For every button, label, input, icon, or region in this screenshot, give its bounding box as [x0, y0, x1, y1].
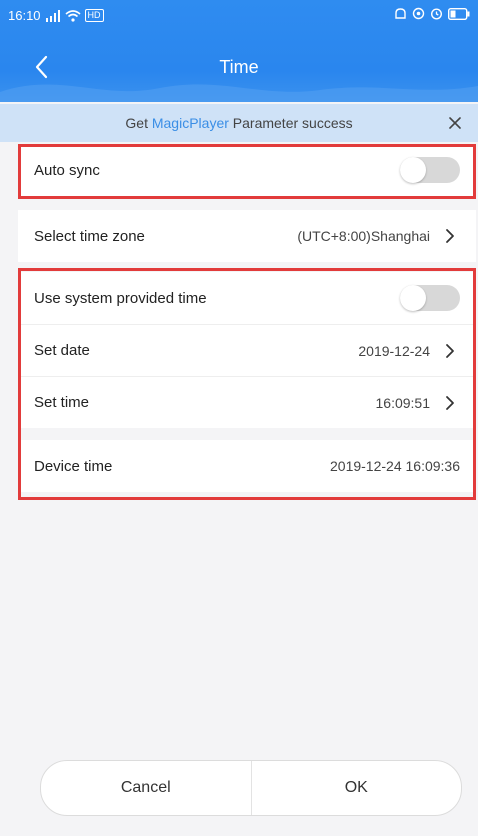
notice-brand: MagicPlayer: [151, 115, 229, 131]
auto-sync-row: Auto sync: [18, 144, 476, 196]
system-time-label: Use system provided time: [34, 289, 207, 307]
chevron-right-icon: [440, 226, 460, 246]
app-header: 16:10 HD Time: [0, 0, 478, 102]
status-left: 16:10 HD: [8, 8, 104, 23]
set-time-value: 16:09:51: [375, 394, 431, 411]
status-bar: 16:10 HD: [0, 0, 478, 30]
location-icon: [412, 7, 425, 20]
time-zone-value: (UTC+8:00)Shanghai: [297, 228, 430, 244]
wifi-icon: [65, 9, 81, 22]
system-time-card: Use system provided time Set date 2019-1…: [18, 272, 476, 492]
device-time-label: Device time: [34, 457, 113, 475]
section-gap: [18, 428, 476, 440]
close-icon: [449, 117, 461, 129]
toggle-knob: [400, 157, 426, 183]
ok-button[interactable]: OK: [252, 761, 462, 815]
system-time-toggle[interactable]: [400, 285, 460, 311]
network-badge: HD: [84, 9, 104, 22]
status-time: 16:10: [8, 8, 41, 23]
set-date-value: 2019-12-24: [358, 342, 430, 359]
auto-sync-toggle[interactable]: [400, 157, 460, 183]
toggle-knob: [400, 285, 426, 311]
signal-icon: [45, 9, 60, 22]
nav-bar: Time: [0, 44, 478, 92]
notice-suffix: Parameter success: [228, 115, 353, 131]
time-zone-row[interactable]: Select time zone (UTC+8:00)Shanghai: [18, 210, 476, 262]
page-title: Time: [219, 57, 259, 77]
auto-sync-label: Auto sync: [34, 161, 100, 179]
auto-sync-card: Auto sync: [18, 144, 476, 196]
notice-text: Get MagicPlayer Parameter success: [0, 115, 478, 131]
chevron-right-icon: [440, 393, 460, 413]
success-notice: Get MagicPlayer Parameter success: [0, 104, 478, 142]
set-date-row[interactable]: Set date 2019-12-24: [18, 324, 476, 376]
time-zone-label: Select time zone: [34, 227, 145, 245]
notice-close-button[interactable]: [444, 112, 466, 134]
chevron-right-icon: [440, 341, 460, 361]
system-time-row: Use system provided time: [18, 272, 476, 324]
notification-icon: [395, 8, 406, 19]
battery-icon: [448, 7, 470, 20]
time-zone-card: Select time zone (UTC+8:00)Shanghai: [18, 210, 476, 262]
status-right: [394, 7, 470, 20]
notice-prefix: Get: [125, 115, 152, 131]
set-time-row[interactable]: Set time 16:09:51: [18, 376, 476, 428]
device-time-row: Device time 2019-12-24 16:09:36: [18, 440, 476, 492]
set-time-label: Set time: [34, 394, 90, 411]
alarm-icon: [430, 8, 443, 20]
bottom-action-bar: Cancel OK: [40, 760, 462, 816]
set-date-label: Set date: [34, 342, 90, 359]
cancel-button[interactable]: Cancel: [41, 761, 252, 815]
device-time-value: 2019-12-24 16:09:36: [330, 458, 460, 474]
